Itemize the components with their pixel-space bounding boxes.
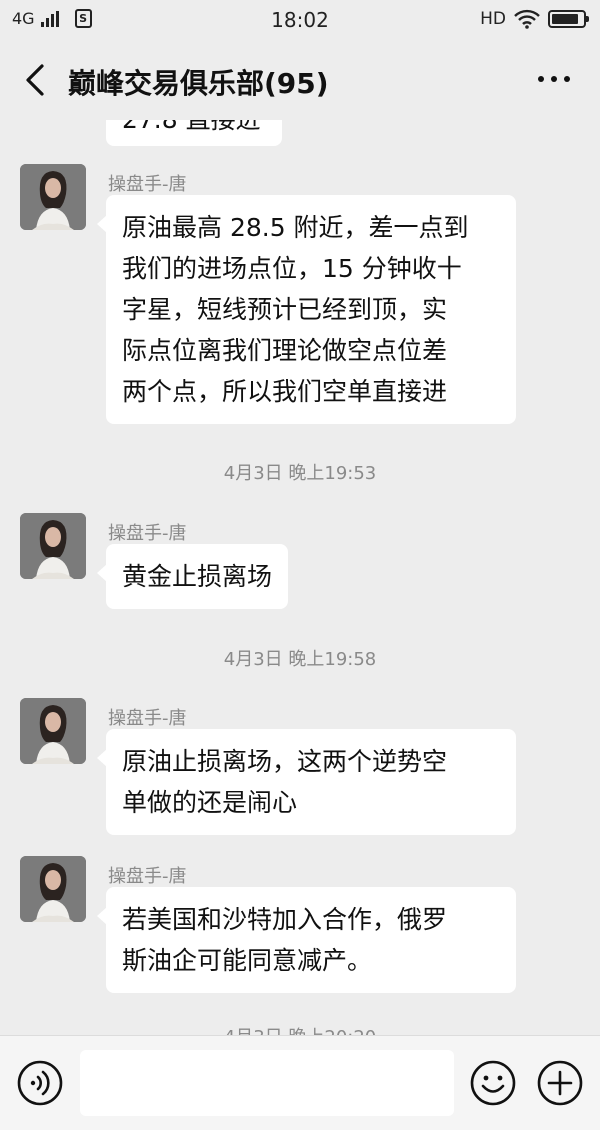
message-line: 黄金止损离场 bbox=[122, 562, 273, 591]
battery-icon bbox=[548, 10, 589, 28]
message-line: 原油止损离场，这两个逆势空 bbox=[122, 747, 448, 776]
avatar[interactable] bbox=[20, 856, 86, 922]
back-icon[interactable] bbox=[22, 62, 52, 98]
sender-name: 操盘手-唐 bbox=[108, 708, 187, 729]
message-timestamp-partial: 4月3日 晚上20:20 bbox=[0, 1023, 600, 1035]
chat-title: 巅峰交易俱乐部(95) bbox=[68, 67, 329, 100]
status-right: HD bbox=[480, 9, 589, 29]
partial-message-text: 27.8 直接进 bbox=[122, 120, 261, 136]
message-line: 原油最高 28.5 附近，差一点到 bbox=[122, 213, 469, 242]
avatar-photo-icon bbox=[20, 164, 86, 230]
input-bar bbox=[0, 1035, 600, 1130]
sender-name: 操盘手-唐 bbox=[108, 866, 187, 887]
status-bar: 4G S 18:02 HD bbox=[0, 0, 600, 40]
nav-bar: 巅峰交易俱乐部(95) bbox=[0, 40, 600, 120]
message-line: 单做的还是闹心 bbox=[122, 788, 298, 817]
avatar-photo-icon bbox=[20, 698, 86, 764]
avatar[interactable] bbox=[20, 513, 86, 579]
message-line: 际点位离我们理论做空点位差 bbox=[122, 336, 448, 365]
message-bubble[interactable]: 原油止损离场，这两个逆势空 单做的还是闹心 bbox=[97, 729, 516, 835]
message-bubble[interactable]: 原油最高 28.5 附近，差一点到 我们的进场点位，15 分钟收十 字星，短线预… bbox=[97, 195, 516, 424]
message-line: 若美国和沙特加入合作，俄罗 bbox=[122, 905, 448, 934]
avatar[interactable] bbox=[20, 698, 86, 764]
message-bubble-partial[interactable]: 27.8 直接进 bbox=[106, 120, 282, 146]
message-line: 字星，短线预计已经到顶，实 bbox=[122, 295, 448, 324]
message-list[interactable]: 27.8 直接进 操盘手-唐 原油最高 28.5 附近，差一点到 我们的进场点位… bbox=[0, 120, 600, 1035]
voice-icon[interactable] bbox=[16, 1059, 64, 1107]
message-timestamp: 4月3日 晚上19:53 bbox=[223, 463, 377, 484]
message-timestamp: 4月3日 晚上19:58 bbox=[223, 649, 377, 670]
avatar-photo-icon bbox=[20, 856, 86, 922]
message-bubble[interactable]: 黄金止损离场 bbox=[96, 544, 289, 609]
message-line: 斯油企可能同意减产。 bbox=[122, 946, 373, 975]
sender-name: 操盘手-唐 bbox=[108, 523, 187, 544]
message-bubble[interactable]: 若美国和沙特加入合作，俄罗 斯油企可能同意减产。 bbox=[97, 887, 516, 993]
wifi-icon bbox=[514, 9, 540, 29]
avatar[interactable] bbox=[20, 164, 86, 230]
plus-icon[interactable] bbox=[536, 1059, 584, 1107]
message-line: 两个点，所以我们空单直接进 bbox=[122, 377, 448, 406]
avatar-photo-icon bbox=[20, 513, 86, 579]
message-line: 我们的进场点位，15 分钟收十 bbox=[122, 254, 462, 283]
more-icon[interactable] bbox=[538, 76, 570, 82]
message-input[interactable] bbox=[80, 1050, 454, 1116]
hd-label: HD bbox=[480, 9, 506, 29]
sender-name: 操盘手-唐 bbox=[108, 174, 187, 195]
emoji-icon[interactable] bbox=[469, 1059, 517, 1107]
